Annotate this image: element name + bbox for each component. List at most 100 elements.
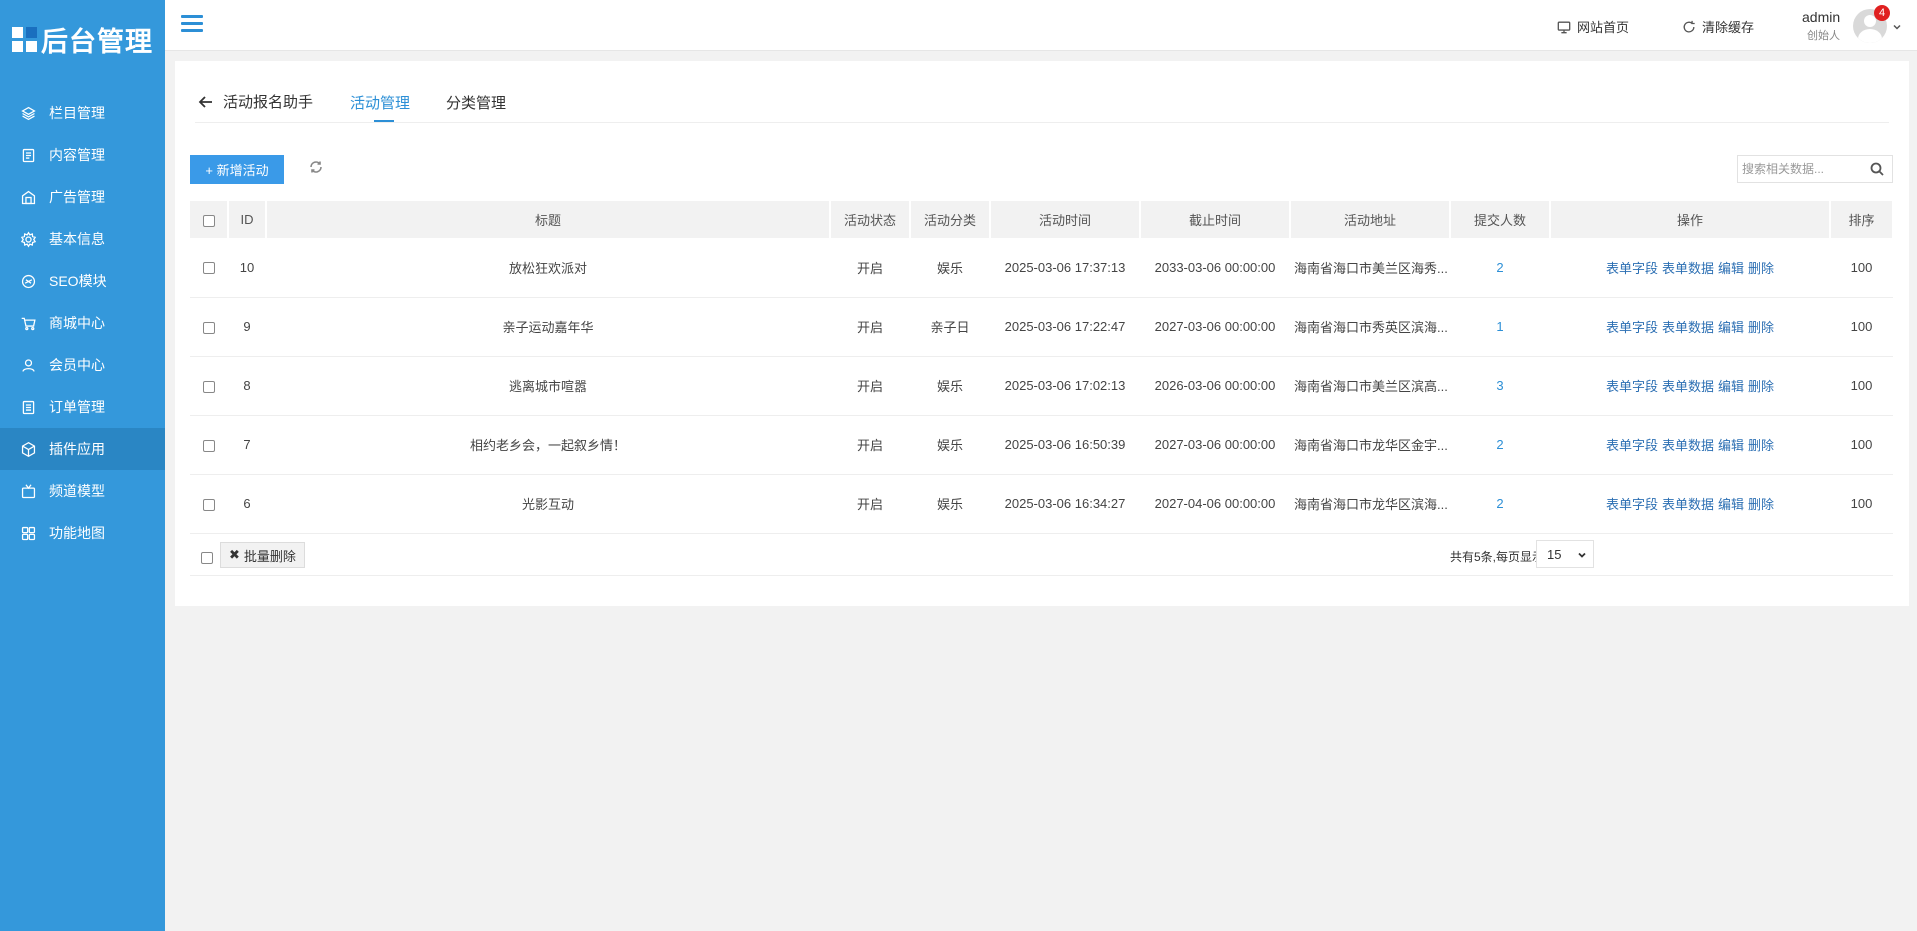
table-header-row: ID 标题 活动状态 活动分类 活动时间 截止时间 活动地址 提交人数 操作 排… — [190, 201, 1894, 238]
add-activity-button[interactable]: + 新增活动 — [190, 155, 284, 184]
edit-link[interactable]: 编辑 — [1718, 320, 1744, 335]
user-menu[interactable]: admin 创始人 4 — [1788, 5, 1908, 44]
tab-category-management[interactable]: 分类管理 — [446, 92, 506, 113]
sidebar-item-content[interactable]: 内容管理 — [0, 134, 165, 176]
batch-delete-label: 批量删除 — [243, 548, 296, 564]
tab-activity-management[interactable]: 活动管理 — [350, 92, 410, 113]
form-fields-link[interactable]: 表单字段 — [1606, 261, 1658, 276]
document-icon — [18, 145, 38, 165]
table-row: 7 相约老乡会，一起叙乡情！ 开启 娱乐 2025-03-06 16:50:39… — [190, 415, 1893, 475]
page-size-select[interactable]: 15 — [1536, 540, 1594, 568]
form-fields-link[interactable]: 表单字段 — [1606, 497, 1658, 512]
gear-icon — [18, 229, 38, 249]
refresh-icon[interactable] — [309, 160, 325, 176]
cell-operations: 表单字段 表单数据 编辑 删除 — [1550, 474, 1830, 534]
sidebar-item-members[interactable]: 会员中心 — [0, 344, 165, 386]
cell-sort: 100 — [1830, 297, 1893, 357]
cell-end-time: 2026-03-06 00:00:00 — [1140, 356, 1290, 416]
sidebar-item-shop[interactable]: 商城中心 — [0, 302, 165, 344]
sidebar-item-seo[interactable]: SEO模块 — [0, 260, 165, 302]
cell-start-time: 2025-03-06 16:50:39 — [990, 415, 1140, 475]
table-row: 6 光影互动 开启 娱乐 2025-03-06 16:34:27 2027-04… — [190, 474, 1893, 534]
edit-link[interactable]: 编辑 — [1718, 379, 1744, 394]
menu-toggle-icon[interactable] — [181, 15, 203, 35]
edit-link[interactable]: 编辑 — [1718, 438, 1744, 453]
batch-delete-button[interactable]: ✖ 批量删除 — [220, 542, 305, 568]
delete-link[interactable]: 删除 — [1748, 497, 1774, 512]
select-all-cell — [190, 201, 229, 238]
logo-mark-icon — [12, 26, 37, 52]
sidebar-item-label: SEO模块 — [49, 273, 107, 289]
sidebar-item-feature-map[interactable]: 功能地图 — [0, 512, 165, 554]
page-size-value: 15 — [1547, 546, 1562, 562]
chevron-down-icon — [1893, 24, 1901, 30]
select-all-checkbox[interactable] — [202, 214, 215, 227]
row-checkbox[interactable] — [203, 439, 215, 452]
column-header: 提交人数 — [1450, 201, 1551, 238]
delete-link[interactable]: 删除 — [1748, 438, 1774, 453]
cell-id: 10 — [228, 238, 266, 298]
monitor-icon — [1557, 21, 1571, 33]
site-home-link[interactable]: 网站首页 — [1557, 17, 1629, 36]
edit-link[interactable]: 编辑 — [1718, 497, 1744, 512]
cell-sort: 100 — [1830, 415, 1893, 475]
cell-submit-count[interactable]: 2 — [1450, 415, 1550, 475]
form-data-link[interactable]: 表单数据 — [1662, 379, 1714, 394]
form-fields-link[interactable]: 表单字段 — [1606, 438, 1658, 453]
cell-submit-count[interactable]: 2 — [1450, 238, 1550, 298]
delete-link[interactable]: 删除 — [1748, 379, 1774, 394]
table-footer: ✖ 批量删除 共有5条,每页显示 15 — [190, 540, 1893, 576]
layers-icon — [18, 103, 38, 123]
sidebar-item-column[interactable]: 栏目管理 — [0, 92, 165, 134]
sidebar: 后台管理 栏目管理 内容管理 广告管理 基本信息 SEO模块 商城中心 会员中心… — [0, 0, 165, 931]
column-header: 标题 — [266, 201, 831, 238]
cell-sort: 100 — [1830, 356, 1893, 416]
site-home-label: 网站首页 — [1577, 20, 1630, 35]
sidebar-item-ads[interactable]: 广告管理 — [0, 176, 165, 218]
clear-cache-link[interactable]: 清除缓存 — [1682, 17, 1754, 36]
search-icon[interactable] — [1870, 162, 1886, 178]
form-data-link[interactable]: 表单数据 — [1662, 320, 1714, 335]
form-data-link[interactable]: 表单数据 — [1662, 261, 1714, 276]
cell-status: 开启 — [830, 356, 910, 416]
form-fields-link[interactable]: 表单字段 — [1606, 379, 1658, 394]
form-data-link[interactable]: 表单数据 — [1662, 438, 1714, 453]
cell-submit-count[interactable]: 1 — [1450, 297, 1550, 357]
sidebar-item-label: 栏目管理 — [49, 105, 105, 121]
cell-id: 7 — [228, 415, 266, 475]
table-row: 9 亲子运动嘉年华 开启 亲子日 2025-03-06 17:22:47 202… — [190, 297, 1893, 357]
cell-submit-count[interactable]: 2 — [1450, 474, 1550, 534]
search-input[interactable] — [1742, 160, 1862, 178]
row-checkbox[interactable] — [203, 380, 215, 393]
delete-link[interactable]: 删除 — [1748, 261, 1774, 276]
close-icon: ✖ — [229, 547, 240, 562]
sidebar-item-channel-model[interactable]: 频道模型 — [0, 470, 165, 512]
row-checkbox[interactable] — [203, 262, 215, 275]
form-data-link[interactable]: 表单数据 — [1662, 497, 1714, 512]
row-checkbox[interactable] — [203, 321, 215, 334]
sidebar-item-label: 内容管理 — [49, 147, 105, 163]
cart-icon — [18, 313, 38, 333]
refresh-icon — [1683, 20, 1695, 32]
cell-operations: 表单字段 表单数据 编辑 删除 — [1550, 415, 1830, 475]
cell-id: 6 — [228, 474, 266, 534]
footer-select-all-checkbox[interactable] — [201, 552, 213, 564]
tab-bar: 活动报名助手 活动管理 分类管理 — [195, 86, 1889, 123]
back-label: 活动报名助手 — [223, 94, 314, 111]
sidebar-item-basic-info[interactable]: 基本信息 — [0, 218, 165, 260]
form-fields-link[interactable]: 表单字段 — [1606, 320, 1658, 335]
sidebar-item-plugins[interactable]: 插件应用 — [0, 428, 165, 470]
cell-start-time: 2025-03-06 16:34:27 — [990, 474, 1140, 534]
pager-info: 共有5条,每页显示 — [1450, 550, 1545, 564]
back-button[interactable]: 活动报名助手 — [197, 91, 313, 112]
table-row: 8 逃离城市喧嚣 开启 娱乐 2025-03-06 17:02:13 2026-… — [190, 356, 1893, 416]
table-row: 10 放松狂欢派对 开启 娱乐 2025-03-06 17:37:13 2033… — [190, 238, 1893, 298]
cell-submit-count[interactable]: 3 — [1450, 356, 1550, 416]
column-header: 截止时间 — [1140, 201, 1291, 238]
row-select-cell — [190, 238, 228, 298]
sidebar-item-orders[interactable]: 订单管理 — [0, 386, 165, 428]
cube-icon — [18, 439, 38, 459]
edit-link[interactable]: 编辑 — [1718, 261, 1744, 276]
row-checkbox[interactable] — [203, 498, 215, 511]
delete-link[interactable]: 删除 — [1748, 320, 1774, 335]
